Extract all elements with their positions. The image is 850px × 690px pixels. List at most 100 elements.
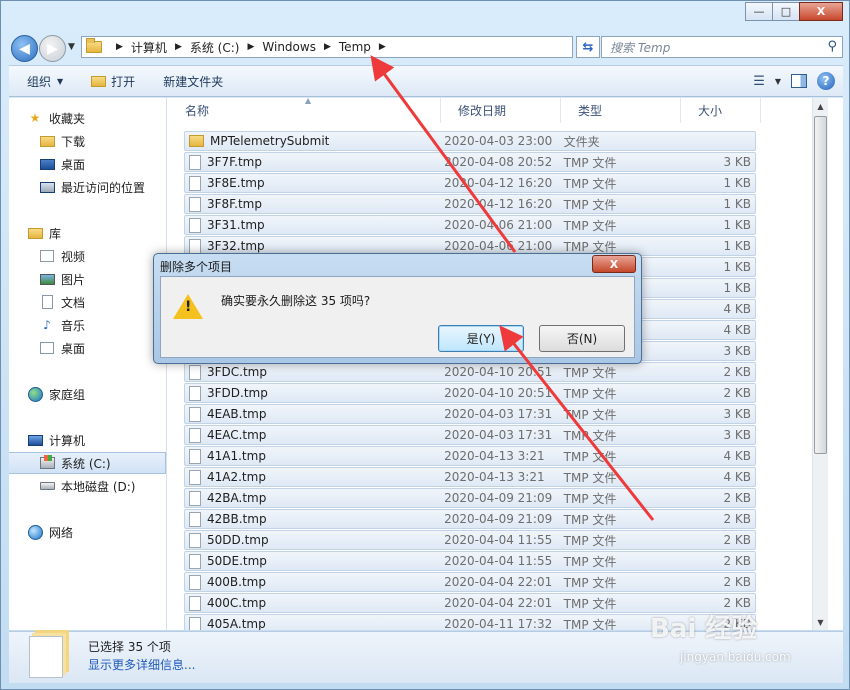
column-size[interactable]: 大小: [681, 98, 761, 123]
open-button[interactable]: 打开: [91, 73, 135, 90]
nav-downloads[interactable]: 下载: [39, 130, 166, 152]
file-date: 2020-04-03 17:31: [444, 428, 553, 442]
file-icon: [189, 217, 201, 233]
file-row[interactable]: 4EAB.tmp 2020-04-03 17:31 TMP 文件 3 KB: [184, 404, 756, 424]
nav-label: 下载: [61, 134, 86, 149]
scroll-up-icon[interactable]: ▲: [813, 98, 828, 114]
file-row[interactable]: 400B.tmp 2020-04-04 22:01 TMP 文件 2 KB: [184, 572, 756, 592]
help-icon[interactable]: ?: [817, 72, 835, 90]
nav-desktop[interactable]: 桌面: [39, 153, 166, 175]
nav-label: 家庭组: [49, 387, 86, 402]
file-size: 4 KB: [723, 470, 752, 484]
forward-button[interactable]: ▶: [39, 35, 66, 62]
nav-computer[interactable]: 计算机: [27, 429, 166, 451]
file-row[interactable]: 4EAC.tmp 2020-04-03 17:31 TMP 文件 3 KB: [184, 425, 756, 445]
file-row[interactable]: 41A1.tmp 2020-04-13 3:21 TMP 文件 4 KB: [184, 446, 756, 466]
warning-exclamation: !: [185, 299, 192, 315]
address-bar[interactable]: ▶ 计算机 ▶ 系统 (C:) ▶ Windows ▶ Temp ▶: [81, 36, 573, 58]
column-name[interactable]: 名称 ▲: [168, 98, 441, 123]
refresh-icon: ⇆: [582, 39, 594, 55]
chevron-right-icon[interactable]: ▶: [175, 42, 182, 52]
file-row[interactable]: 3F8F.tmp 2020-04-12 16:20 TMP 文件 1 KB: [184, 194, 756, 214]
file-row[interactable]: MPTelemetrySubmit 2020-04-03 23:00 文件夹: [184, 131, 756, 151]
no-button[interactable]: 否(N): [539, 325, 625, 352]
chevron-right-icon[interactable]: ▶: [324, 42, 331, 52]
organize-button[interactable]: 组织 ▼: [27, 73, 63, 90]
breadcrumb-system-drive[interactable]: 系统 (C:): [190, 39, 240, 56]
desktop-icon: [39, 156, 55, 172]
file-row[interactable]: 50DE.tmp 2020-04-04 11:55 TMP 文件 2 KB: [184, 551, 756, 571]
file-type: TMP 文件: [563, 218, 617, 233]
file-row[interactable]: 3FDD.tmp 2020-04-10 20:51 TMP 文件 2 KB: [184, 383, 756, 403]
nav-library-desktop[interactable]: 桌面: [39, 337, 166, 359]
column-type[interactable]: 类型: [561, 98, 681, 123]
file-name-cell: 4EAB.tmp: [185, 406, 444, 422]
content-area: ★ 收藏夹 下载 桌面 最近访问的位置 库 视频 图片 文档 ♪ 音乐 桌面 家…: [9, 98, 843, 630]
chevron-right-icon[interactable]: ▶: [116, 42, 123, 52]
show-more-details-link[interactable]: 显示更多详细信息...: [88, 656, 195, 673]
selection-count: 已选择 35 个项: [88, 640, 171, 654]
view-options-icon[interactable]: ☰: [753, 74, 765, 89]
breadcrumb-windows[interactable]: Windows: [262, 40, 316, 54]
scrollbar-thumb[interactable]: [814, 116, 827, 454]
nav-libraries[interactable]: 库: [27, 222, 166, 244]
column-type-label: 类型: [578, 104, 603, 118]
delete-confirm-dialog: 删除多个项目 X ! 确实要永久删除这 35 项吗? 是(Y) 否(N): [153, 253, 642, 364]
view-controls: ☰ ▼ ?: [753, 72, 835, 90]
file-icon: [189, 406, 201, 422]
new-folder-button[interactable]: 新建文件夹: [163, 73, 223, 90]
minimize-button[interactable]: —: [745, 2, 773, 21]
file-icon: [189, 595, 201, 611]
refresh-button[interactable]: ⇆: [576, 36, 600, 58]
maximize-button[interactable]: □: [772, 2, 800, 21]
file-row[interactable]: 3F8E.tmp 2020-04-12 16:20 TMP 文件 1 KB: [184, 173, 756, 193]
file-row[interactable]: 42BA.tmp 2020-04-09 21:09 TMP 文件 2 KB: [184, 488, 756, 508]
file-size: 2 KB: [723, 512, 752, 526]
vertical-scrollbar[interactable]: ▲ ▼: [812, 98, 828, 630]
file-row[interactable]: 41A2.tmp 2020-04-13 3:21 TMP 文件 4 KB: [184, 467, 756, 487]
file-type: TMP 文件: [563, 533, 617, 548]
file-row[interactable]: 3F31.tmp 2020-04-06 21:00 TMP 文件 1 KB: [184, 215, 756, 235]
dialog-close-button[interactable]: X: [592, 255, 636, 273]
nav-local-disk[interactable]: 本地磁盘 (D:): [39, 475, 166, 497]
nav-videos[interactable]: 视频: [39, 245, 166, 267]
yes-button[interactable]: 是(Y): [438, 325, 524, 352]
close-button[interactable]: X: [799, 2, 843, 21]
preview-pane-icon[interactable]: [791, 74, 807, 88]
scroll-down-icon[interactable]: ▼: [813, 614, 828, 630]
breadcrumb-temp[interactable]: Temp: [339, 40, 371, 54]
open-folder-icon: [91, 75, 107, 87]
file-row[interactable]: 42BB.tmp 2020-04-09 21:09 TMP 文件 2 KB: [184, 509, 756, 529]
file-date: 2020-04-10 20:51: [444, 365, 553, 379]
search-icon[interactable]: ⚲: [827, 39, 837, 54]
chevron-right-icon[interactable]: ▶: [247, 42, 254, 52]
file-row[interactable]: 3F7F.tmp 2020-04-08 20:52 TMP 文件 3 KB: [184, 152, 756, 172]
file-date: 2020-04-04 11:55: [444, 554, 553, 568]
nav-recent-places[interactable]: 最近访问的位置: [39, 176, 166, 198]
nav-system-drive[interactable]: 系统 (C:): [9, 452, 166, 474]
back-button[interactable]: ◀: [11, 35, 38, 62]
chevron-down-icon: ▼: [57, 76, 64, 86]
file-name: 400B.tmp: [207, 575, 266, 589]
chevron-right-icon[interactable]: ▶: [379, 42, 386, 52]
nav-music[interactable]: ♪ 音乐: [39, 314, 166, 336]
file-size: 1 KB: [723, 281, 752, 295]
file-icon: [189, 196, 201, 212]
file-type: TMP 文件: [563, 428, 617, 443]
column-date[interactable]: 修改日期: [441, 98, 561, 123]
breadcrumb-computer[interactable]: 计算机: [131, 39, 167, 56]
search-input[interactable]: 搜索 Temp ⚲: [601, 36, 843, 58]
video-icon: [39, 248, 55, 264]
nav-label: 图片: [61, 272, 86, 287]
nav-favorites[interactable]: ★ 收藏夹: [27, 107, 166, 129]
recent-pages-dropdown[interactable]: ▼: [68, 42, 75, 52]
file-size: 2 KB: [723, 386, 752, 400]
nav-documents[interactable]: 文档: [39, 291, 166, 313]
nav-pictures[interactable]: 图片: [39, 268, 166, 290]
nav-network[interactable]: 网络: [27, 521, 166, 543]
nav-homegroup[interactable]: 家庭组: [27, 383, 166, 405]
file-row[interactable]: 3FDC.tmp 2020-04-10 20:51 TMP 文件 2 KB: [184, 362, 756, 382]
chevron-down-icon[interactable]: ▼: [775, 77, 781, 86]
file-name-cell: 405A.tmp: [185, 616, 444, 630]
file-row[interactable]: 50DD.tmp 2020-04-04 11:55 TMP 文件 2 KB: [184, 530, 756, 550]
